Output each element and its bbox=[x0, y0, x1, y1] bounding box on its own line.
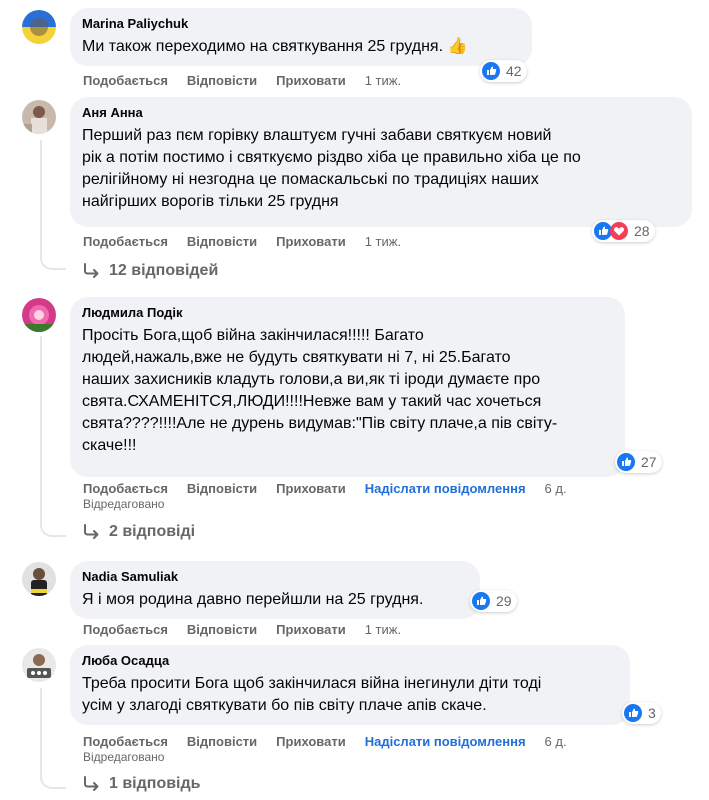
thread-line bbox=[40, 688, 42, 771]
like-button[interactable]: Подобається bbox=[83, 73, 168, 89]
reaction-summary[interactable]: 27 bbox=[615, 451, 662, 473]
comment-timestamp[interactable]: 1 тиж. bbox=[365, 234, 401, 250]
send-message-button[interactable]: Надіслати повідомлення bbox=[365, 481, 526, 497]
hide-button[interactable]: Приховати bbox=[276, 73, 346, 89]
comment-text: Просіть Бога,щоб війна закінчилася!!!!! … bbox=[82, 327, 558, 454]
comment-actions: Подобається Відповісти Приховати 1 тиж. bbox=[83, 234, 401, 250]
reaction-summary[interactable]: 3 bbox=[622, 702, 661, 724]
avatar[interactable] bbox=[22, 100, 56, 134]
reply-button[interactable]: Відповісти bbox=[187, 481, 257, 497]
comment-bubble: Nadia Samuliak Я і моя родина давно пере… bbox=[70, 561, 480, 619]
like-button[interactable]: Подобається bbox=[83, 734, 168, 750]
reply-button[interactable]: Відповісти bbox=[187, 622, 257, 638]
comment-timestamp[interactable]: 6 д. bbox=[545, 734, 567, 750]
comment-author[interactable]: Людмила Подік bbox=[82, 305, 613, 321]
replies-count: 2 відповіді bbox=[109, 523, 196, 540]
avatar[interactable] bbox=[22, 562, 56, 596]
like-reaction-icon bbox=[482, 62, 500, 80]
like-reaction-icon bbox=[617, 453, 635, 471]
reply-button[interactable]: Відповісти bbox=[187, 73, 257, 89]
thread-line bbox=[40, 336, 42, 519]
reaction-count: 42 bbox=[506, 63, 522, 79]
avatar[interactable] bbox=[22, 10, 56, 44]
like-button[interactable]: Подобається bbox=[83, 481, 168, 497]
comment-actions: Подобається Відповісти Приховати Надісла… bbox=[83, 481, 567, 497]
comment-text: Ми також переходимо на святкування 25 гр… bbox=[82, 38, 468, 55]
replies-count: 1 відповідь bbox=[109, 775, 201, 792]
edited-label: Відредаговано bbox=[83, 497, 165, 511]
comment-timestamp[interactable]: 1 тиж. bbox=[365, 622, 401, 638]
comment-author[interactable]: Аня Анна bbox=[82, 105, 680, 121]
thread-curve bbox=[40, 252, 66, 270]
comment-text: Треба просити Бога щоб закінчилася війна… bbox=[82, 675, 542, 714]
thread-curve bbox=[40, 519, 66, 537]
edited-label: Відредаговано bbox=[83, 750, 165, 764]
comment-bubble: Аня Анна Перший раз пєм горівку влаштуєм… bbox=[70, 97, 692, 227]
hide-button[interactable]: Приховати bbox=[276, 481, 346, 497]
comment-author[interactable]: Люба Осадца bbox=[82, 653, 618, 669]
like-reaction-icon bbox=[472, 592, 490, 610]
reaction-summary[interactable]: 42 bbox=[480, 60, 527, 82]
comment-text: Я і моя родина давно перейшли на 25 груд… bbox=[82, 591, 424, 608]
love-reaction-icon bbox=[610, 222, 628, 240]
reply-button[interactable]: Відповісти bbox=[187, 234, 257, 250]
reaction-count: 27 bbox=[641, 454, 657, 470]
view-replies-link[interactable]: 1 відповідь bbox=[83, 775, 201, 793]
reply-button[interactable]: Відповісти bbox=[187, 734, 257, 750]
send-message-button[interactable]: Надіслати повідомлення bbox=[365, 734, 526, 750]
view-replies-link[interactable]: 12 відповідей bbox=[83, 262, 218, 280]
reply-arrow-icon bbox=[84, 776, 99, 791]
comment-actions: Подобається Відповісти Приховати 1 тиж. bbox=[83, 73, 401, 89]
like-button[interactable]: Подобається bbox=[83, 622, 168, 638]
hide-button[interactable]: Приховати bbox=[276, 622, 346, 638]
comment-timestamp[interactable]: 1 тиж. bbox=[365, 73, 401, 89]
like-button[interactable]: Подобається bbox=[83, 234, 168, 250]
avatar[interactable] bbox=[22, 298, 56, 332]
reaction-count: 3 bbox=[648, 705, 656, 721]
comment-actions: Подобається Відповісти Приховати 1 тиж. bbox=[83, 622, 401, 638]
reply-arrow-icon bbox=[84, 263, 99, 278]
avatar[interactable] bbox=[22, 648, 56, 682]
comment-author[interactable]: Nadia Samuliak bbox=[82, 569, 468, 585]
comment-actions: Подобається Відповісти Приховати Надісла… bbox=[83, 734, 567, 750]
comment-timestamp[interactable]: 6 д. bbox=[545, 481, 567, 497]
comment-bubble: Marina Paliychuk Ми також переходимо на … bbox=[70, 8, 532, 66]
thread-curve bbox=[40, 771, 66, 789]
reaction-count: 29 bbox=[496, 593, 512, 609]
reply-arrow-icon bbox=[84, 524, 99, 539]
view-replies-link[interactable]: 2 відповіді bbox=[83, 523, 195, 541]
reaction-count: 28 bbox=[634, 223, 650, 239]
comment-author[interactable]: Marina Paliychuk bbox=[82, 16, 520, 32]
hide-button[interactable]: Приховати bbox=[276, 234, 346, 250]
replies-count: 12 відповідей bbox=[109, 262, 219, 279]
reaction-summary[interactable]: 29 bbox=[470, 590, 517, 612]
comment-text: Перший раз пєм горівку влаштуєм гучні за… bbox=[82, 127, 581, 210]
hide-button[interactable]: Приховати bbox=[276, 734, 346, 750]
like-reaction-icon bbox=[624, 704, 642, 722]
reaction-summary[interactable]: 28 bbox=[592, 220, 655, 242]
comment-bubble: Людмила Подік Просіть Бога,щоб війна зак… bbox=[70, 297, 625, 477]
comment-bubble: Люба Осадца Треба просити Бога щоб закін… bbox=[70, 645, 630, 725]
thread-line bbox=[40, 140, 42, 252]
